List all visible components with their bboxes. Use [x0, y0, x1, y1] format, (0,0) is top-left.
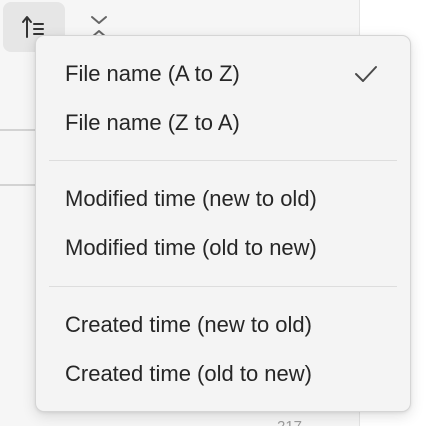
divider — [0, 129, 40, 131]
checkmark-icon — [355, 66, 377, 82]
file-explorer-window: 217 File name (A to Z) File name (Z to A… — [0, 0, 432, 426]
menu-item-label: File name (A to Z) — [65, 61, 240, 86]
partial-text: 217 — [277, 418, 302, 426]
menu-item-label: Created time (new to old) — [65, 312, 312, 337]
menu-item-label: Created time (old to new) — [65, 361, 312, 386]
menu-item-created-old-new[interactable]: Created time (old to new) — [36, 350, 410, 398]
menu-item-created-new-old[interactable]: Created time (new to old) — [36, 301, 410, 349]
menu-separator — [49, 286, 397, 287]
menu-item-modified-new-old[interactable]: Modified time (new to old) — [36, 175, 410, 223]
menu-item-file-name-a-z[interactable]: File name (A to Z) — [36, 50, 410, 98]
menu-item-modified-old-new[interactable]: Modified time (old to new) — [36, 224, 410, 272]
menu-item-label: Modified time (old to new) — [65, 235, 317, 260]
menu-item-label: File name (Z to A) — [65, 110, 240, 135]
divider — [0, 184, 40, 186]
menu-item-file-name-z-a[interactable]: File name (Z to A) — [36, 99, 410, 147]
menu-separator — [49, 160, 397, 161]
menu-item-label: Modified time (new to old) — [65, 186, 317, 211]
sort-menu: File name (A to Z) File name (Z to A) Mo… — [35, 35, 411, 412]
